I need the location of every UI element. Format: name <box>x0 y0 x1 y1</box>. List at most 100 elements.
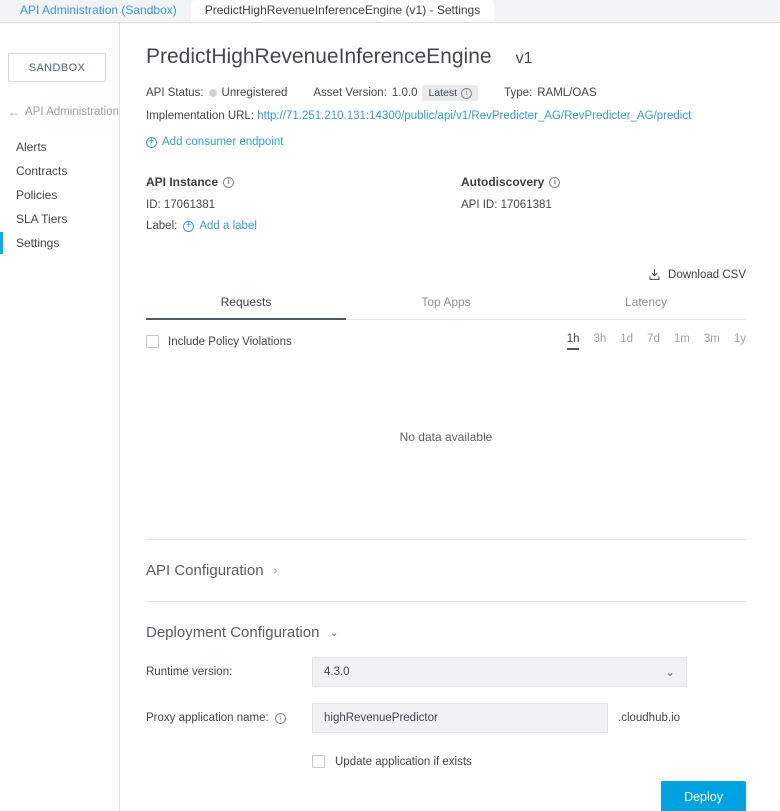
page-shell: SANDBOX ← API Administration Alerts Cont… <box>0 23 780 811</box>
proxy-application-name-text: Proxy application name: <box>146 712 269 724</box>
page-title-row: PredictHighRevenueInferenceEngine v1 <box>146 45 746 69</box>
sidebar-item-label: Contracts <box>16 164 68 178</box>
info-icon[interactable]: i <box>461 87 473 99</box>
proxy-domain-suffix: .cloudhub.io <box>618 712 681 724</box>
add-consumer-endpoint-label: Add consumer endpoint <box>162 136 284 148</box>
asset-version-value: 1.0.0 <box>391 87 418 99</box>
asset-version-group: Asset Version: 1.0.0 Latest i <box>313 85 479 101</box>
info-icon[interactable]: i <box>223 176 235 188</box>
range-3m[interactable]: 3m <box>704 333 720 350</box>
deployment-configuration-title: Deployment Configuration <box>146 624 320 641</box>
time-range-selector: 1h 3h 1d 7d 1m 3m 1y <box>566 333 746 350</box>
api-type-value: RAML/OAS <box>537 87 597 99</box>
range-3h[interactable]: 3h <box>593 333 606 350</box>
range-1m[interactable]: 1m <box>674 333 690 350</box>
info-icon[interactable]: i <box>274 712 286 724</box>
chevron-down-icon: ⌄ <box>664 665 675 679</box>
api-status-label: API Status: <box>146 87 204 99</box>
deploy-button-row: Deploy <box>146 781 746 811</box>
implementation-url-link[interactable]: http://71.251.210.131:14300/public/api/v… <box>257 110 691 122</box>
add-consumer-endpoint-link[interactable]: + Add consumer endpoint <box>146 136 283 148</box>
range-1h[interactable]: 1h <box>566 333 580 350</box>
runtime-version-row: Runtime version: 4.3.0 ⌄ <box>146 657 746 687</box>
back-to-api-administration-link[interactable]: ← API Administration <box>8 106 119 118</box>
deploy-button[interactable]: Deploy <box>661 781 746 811</box>
browser-tab-bar: API Administration (Sandbox) PredictHigh… <box>0 0 780 23</box>
api-configuration-title: API Configuration <box>146 562 264 579</box>
tab-api-administration[interactable]: API Administration (Sandbox) <box>6 0 191 22</box>
autodiscovery-heading: Autodiscovery i <box>461 175 746 189</box>
environment-selector-button[interactable]: SANDBOX <box>8 53 106 82</box>
sidebar-item-label: SLA Tiers <box>16 212 68 226</box>
checkbox-box-icon <box>312 755 325 768</box>
api-instance-label-row: Label: + Add a label <box>146 220 461 232</box>
update-application-label: Update application if exists <box>335 755 472 768</box>
api-instance-heading-label: API Instance <box>146 175 219 189</box>
api-meta-row: API Status: Unregistered Asset Version: … <box>146 85 746 101</box>
sidebar-item-sla-tiers[interactable]: SLA Tiers <box>0 208 119 230</box>
add-a-label-link[interactable]: + Add a label <box>183 220 257 232</box>
chart-empty-state: No data available <box>399 430 493 444</box>
info-icon[interactable]: i <box>549 176 561 188</box>
analytics-filter-row: Include Policy Violations 1h 3h 1d 7d 1m… <box>146 333 746 350</box>
api-configuration-section: API Configuration › <box>146 539 746 601</box>
tab-latency[interactable]: Latency <box>546 287 746 320</box>
tab-settings-page[interactable]: PredictHighRevenueInferenceEngine (v1) -… <box>190 0 495 22</box>
range-1d[interactable]: 1d <box>620 333 633 350</box>
sidebar: SANDBOX ← API Administration Alerts Cont… <box>0 23 120 811</box>
api-status-value: Unregistered <box>221 87 288 99</box>
implementation-url-row: Implementation URL: http://71.251.210.13… <box>146 110 746 122</box>
sidebar-item-contracts[interactable]: Contracts <box>0 160 119 182</box>
download-csv-button[interactable]: Download CSV <box>648 268 746 281</box>
sidebar-item-label: Settings <box>16 236 60 250</box>
runtime-version-label: Runtime version: <box>146 666 233 678</box>
range-1y[interactable]: 1y <box>734 333 746 350</box>
arrow-left-icon: ← <box>8 105 20 119</box>
main-content: PredictHighRevenueInferenceEngine v1 API… <box>120 23 780 811</box>
analytics-tabs: Requests Top Apps Latency <box>146 287 746 320</box>
api-instance-id: ID: 17061381 <box>146 199 216 211</box>
chevron-down-icon: ⌄ <box>329 627 339 639</box>
deployment-configuration-toggle[interactable]: Deployment Configuration ⌄ <box>146 624 746 641</box>
sidebar-item-label: Policies <box>16 188 58 202</box>
page-title: PredictHighRevenueInferenceEngine <box>146 45 492 68</box>
api-configuration-toggle[interactable]: API Configuration › <box>146 562 746 579</box>
api-instance-heading: API Instance i <box>146 175 461 189</box>
tab-requests[interactable]: Requests <box>146 287 346 320</box>
sidebar-nav: Alerts Contracts Policies SLA Tiers Sett… <box>0 136 119 254</box>
proxy-application-name-row: Proxy application name: i highRevenuePre… <box>146 703 746 733</box>
tab-top-apps[interactable]: Top Apps <box>346 287 546 320</box>
chevron-right-icon: › <box>273 564 278 577</box>
api-status-group: API Status: Unregistered <box>146 87 287 99</box>
latest-badge-label: Latest <box>428 87 458 99</box>
api-version-label: v1 <box>515 50 533 67</box>
download-csv-label: Download CSV <box>668 268 746 281</box>
latest-badge[interactable]: Latest i <box>422 85 479 101</box>
label-prefix: Label: <box>146 220 178 232</box>
analytics-panel: Download CSV Requests Top Apps Latency I… <box>146 268 746 539</box>
include-policy-violations-checkbox[interactable]: Include Policy Violations <box>146 335 292 348</box>
proxy-application-name-label: Proxy application name: i <box>146 712 312 724</box>
download-csv-row: Download CSV <box>146 268 746 281</box>
sidebar-item-settings[interactable]: Settings <box>0 232 119 254</box>
plus-circle-icon: + <box>183 220 195 232</box>
asset-version-label: Asset Version: <box>313 87 387 99</box>
plus-circle-icon: + <box>146 136 157 148</box>
autodiscovery-heading-label: Autodiscovery <box>461 175 545 189</box>
update-application-checkbox[interactable]: Update application if exists <box>312 755 746 768</box>
status-dot-icon <box>208 89 217 97</box>
proxy-application-name-value: highRevenuePredictor <box>324 712 438 724</box>
proxy-application-name-input[interactable]: highRevenuePredictor <box>312 703 608 733</box>
deployment-configuration-section: Deployment Configuration ⌄ Runtime versi… <box>146 601 746 811</box>
autodiscovery-api-id: API ID: 17061381 <box>461 199 552 211</box>
api-instance-column: API Instance i ID: 17061381 Label: + Add… <box>146 175 461 232</box>
sidebar-item-label: Alerts <box>16 140 47 154</box>
sidebar-item-alerts[interactable]: Alerts <box>0 136 119 158</box>
checkbox-box-icon <box>146 335 159 348</box>
runtime-version-value: 4.3.0 <box>324 666 350 678</box>
runtime-version-select[interactable]: 4.3.0 ⌄ <box>312 657 687 687</box>
api-type-label: Type: <box>504 87 533 99</box>
range-7d[interactable]: 7d <box>647 333 660 350</box>
autodiscovery-column: Autodiscovery i API ID: 17061381 <box>461 175 746 232</box>
sidebar-item-policies[interactable]: Policies <box>0 184 119 206</box>
